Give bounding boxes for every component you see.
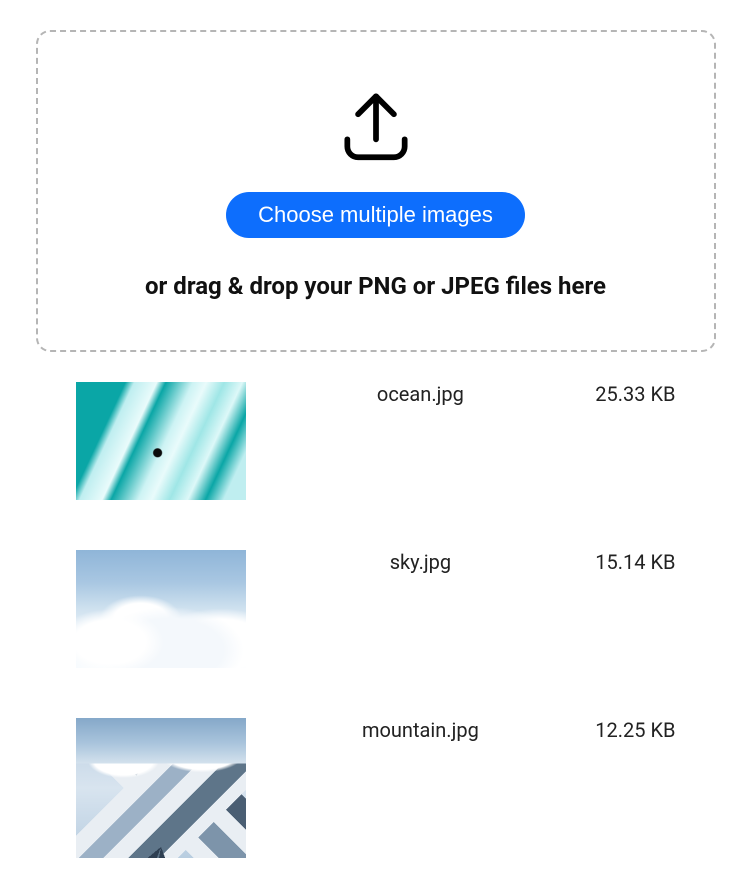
file-name: mountain.jpg [266, 718, 576, 742]
dropzone-hint: or drag & drop your PNG or JPEG files he… [58, 272, 694, 300]
file-thumbnail [76, 718, 246, 858]
choose-images-button[interactable]: Choose multiple images [226, 192, 525, 238]
file-size: 15.14 KB [595, 550, 675, 574]
file-row: mountain.jpg 12.25 KB [76, 718, 676, 858]
upload-icon [333, 82, 419, 172]
file-size: 12.25 KB [595, 718, 675, 742]
file-name: sky.jpg [266, 550, 576, 574]
file-row: sky.jpg 15.14 KB [76, 550, 676, 668]
file-row: ocean.jpg 25.33 KB [76, 382, 676, 500]
file-size: 25.33 KB [595, 382, 675, 406]
upload-dropzone[interactable]: Choose multiple images or drag & drop yo… [36, 30, 716, 352]
file-list: ocean.jpg 25.33 KB sky.jpg 15.14 KB moun… [76, 382, 676, 858]
file-name: ocean.jpg [266, 382, 576, 406]
file-thumbnail [76, 550, 246, 668]
file-thumbnail [76, 382, 246, 500]
